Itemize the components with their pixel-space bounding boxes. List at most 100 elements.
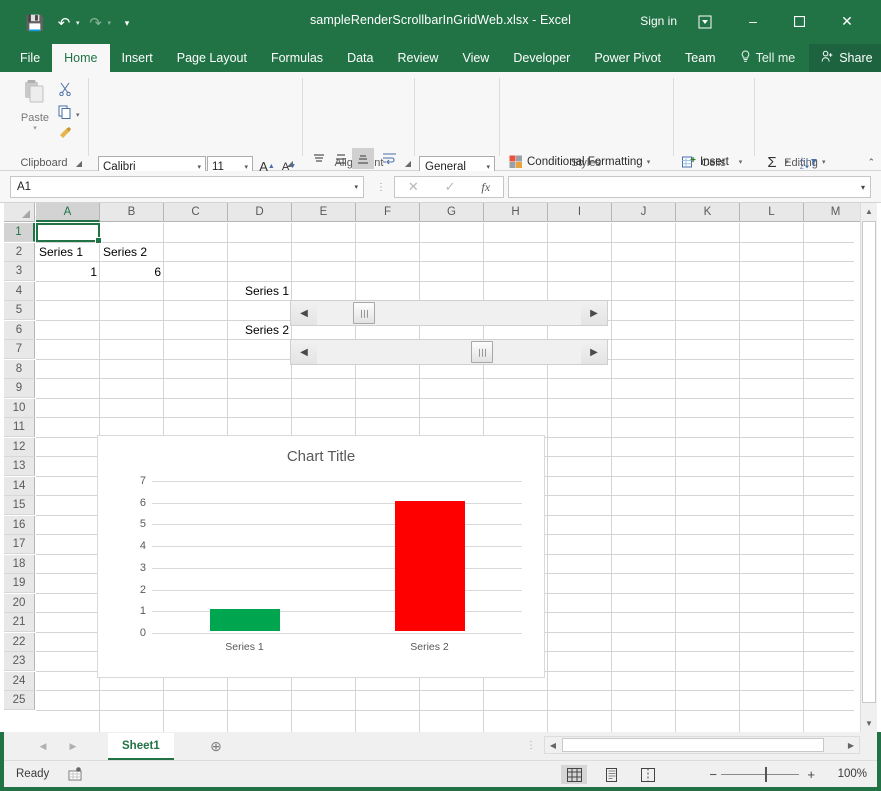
autosum-dropdown-icon[interactable]: ▾ [785, 158, 789, 166]
tell-me-button[interactable]: Tell me [728, 44, 808, 72]
sort-and-filter-button[interactable]: A Z [798, 152, 820, 173]
horizontal-scroll-thumb[interactable] [562, 738, 824, 752]
tab-developer[interactable]: Developer [501, 44, 582, 72]
row-header-5[interactable]: 5 [4, 301, 35, 320]
page-break-preview-button[interactable] [635, 765, 661, 784]
copy-dropdown-icon[interactable]: ▾ [76, 111, 80, 119]
series-1-scroll-track[interactable]: ∣∣∣ [317, 301, 581, 325]
vertical-scrollbar[interactable]: ▲ ▼ [860, 203, 877, 732]
row-header-25[interactable]: 25 [4, 691, 35, 710]
column-header-j[interactable]: J [612, 203, 676, 222]
column-header-a[interactable]: A [36, 203, 100, 222]
zoom-level-label[interactable]: 100% [838, 768, 867, 780]
cell-d6[interactable]: Series 2 [228, 321, 292, 340]
insert-cells-dropdown-icon[interactable]: ▾ [739, 158, 743, 166]
row-header-8[interactable]: 8 [4, 360, 35, 379]
series-2-scroll-left-arrow[interactable]: ◀ [291, 340, 317, 364]
column-header-d[interactable]: D [228, 203, 292, 222]
horizontal-scrollbar[interactable]: ◀ ▶ [544, 736, 860, 754]
tab-split-handle[interactable]: ⋮ [526, 740, 536, 751]
autosum-button[interactable]: Σ [762, 152, 782, 173]
insert-function-icon[interactable]: fx [481, 180, 490, 195]
page-layout-view-button[interactable] [598, 765, 624, 784]
series-2-scroll-track[interactable]: ∣∣∣ [317, 340, 581, 364]
next-sheet-button[interactable]: ▶ [62, 738, 84, 755]
row-header-6[interactable]: 6 [4, 321, 35, 340]
paste-button[interactable]: Paste ▾ [14, 78, 56, 132]
row-header-22[interactable]: 22 [4, 633, 35, 652]
row-header-4[interactable]: 4 [4, 282, 35, 301]
enter-formula-icon[interactable]: ✓ [445, 179, 456, 195]
chart-bar-series-2[interactable] [395, 501, 465, 631]
maximize-button[interactable] [777, 6, 821, 36]
column-header-m[interactable]: M [804, 203, 868, 222]
column-header-b[interactable]: B [100, 203, 164, 222]
align-middle-button[interactable] [330, 148, 352, 169]
font-name-dropdown-icon[interactable]: ▾ [197, 163, 201, 171]
column-header-i[interactable]: I [548, 203, 612, 222]
column-header-f[interactable]: F [356, 203, 420, 222]
cell-a3[interactable]: 1 [36, 262, 100, 281]
series-2-scroll-right-arrow[interactable]: ▶ [581, 340, 607, 364]
worksheet-grid[interactable]: ABCDEFGHIJKLM 12345678910111213141516171… [0, 203, 881, 732]
cell-d4[interactable]: Series 1 [228, 282, 292, 301]
zoom-in-button[interactable]: + [807, 767, 815, 782]
ribbon-display-options-icon[interactable] [692, 11, 718, 33]
format-painter-icon[interactable] [58, 126, 72, 142]
minimize-button[interactable]: – [731, 6, 775, 36]
grid-cells-area[interactable]: Series 1Series 216Series 1Series 2 ◀ ∣∣∣… [36, 223, 854, 732]
chart-bar-series-1[interactable] [210, 609, 280, 631]
share-button[interactable]: Share [809, 44, 881, 72]
row-header-23[interactable]: 23 [4, 652, 35, 671]
row-header-3[interactable]: 3 [4, 262, 35, 281]
cell-b2[interactable]: Series 2 [100, 243, 164, 262]
row-header-11[interactable]: 11 [4, 418, 35, 437]
embedded-chart[interactable]: Chart Title 01234567 Series 1Series 2 [97, 435, 545, 678]
series-1-scroll-thumb[interactable]: ∣∣∣ [353, 302, 375, 324]
column-header-g[interactable]: G [420, 203, 484, 222]
row-header-1[interactable]: 1 [4, 223, 35, 242]
cut-icon[interactable] [58, 82, 72, 98]
collapse-ribbon-button[interactable]: ⌃ [867, 157, 875, 168]
row-header-17[interactable]: 17 [4, 535, 35, 554]
series-2-scrollbar[interactable]: ◀ ∣∣∣ ▶ [290, 339, 608, 365]
series-1-scroll-right-arrow[interactable]: ▶ [581, 301, 607, 325]
scroll-up-button[interactable]: ▲ [861, 203, 877, 220]
select-all-button[interactable] [4, 203, 35, 222]
conditional-formatting-button[interactable]: Conditional Formatting ▾ [508, 152, 650, 171]
align-bottom-button[interactable] [352, 148, 374, 169]
column-header-c[interactable]: C [164, 203, 228, 222]
clipboard-dialog-launcher[interactable]: ◢ [76, 159, 82, 168]
copy-icon[interactable] [58, 105, 72, 121]
expand-formula-bar-icon[interactable]: ▾ [861, 183, 865, 192]
align-top-button[interactable] [308, 148, 330, 169]
zoom-slider-handle[interactable] [765, 767, 767, 782]
cell-a2[interactable]: Series 1 [36, 243, 100, 262]
sign-in-button[interactable]: Sign in [640, 14, 677, 28]
conditional-formatting-dropdown-icon[interactable]: ▾ [647, 158, 651, 166]
sort-filter-dropdown-icon[interactable]: ▾ [822, 158, 826, 166]
column-header-h[interactable]: H [484, 203, 548, 222]
column-header-e[interactable]: E [292, 203, 356, 222]
alignment-dialog-launcher[interactable]: ◢ [405, 159, 411, 168]
name-box[interactable]: A1 ▾ [10, 176, 364, 198]
column-header-k[interactable]: K [676, 203, 740, 222]
row-header-20[interactable]: 20 [4, 594, 35, 613]
formula-input[interactable]: ▾ [508, 176, 871, 198]
zoom-out-button[interactable]: − [709, 767, 717, 782]
close-button[interactable]: ✕ [825, 6, 869, 36]
row-header-18[interactable]: 18 [4, 555, 35, 574]
series-2-scroll-thumb[interactable]: ∣∣∣ [471, 341, 493, 363]
series-1-scrollbar[interactable]: ◀ ∣∣∣ ▶ [290, 300, 608, 326]
tab-file[interactable]: File [8, 44, 52, 72]
row-header-21[interactable]: 21 [4, 613, 35, 632]
zoom-slider-track[interactable] [721, 774, 799, 775]
row-header-19[interactable]: 19 [4, 574, 35, 593]
tab-home[interactable]: Home [52, 44, 109, 72]
tab-review[interactable]: Review [385, 44, 450, 72]
row-header-13[interactable]: 13 [4, 457, 35, 476]
scroll-right-button[interactable]: ▶ [843, 737, 859, 753]
name-box-dropdown-icon[interactable]: ▾ [354, 183, 358, 191]
tab-page-layout[interactable]: Page Layout [165, 44, 259, 72]
tab-team[interactable]: Team [673, 44, 728, 72]
